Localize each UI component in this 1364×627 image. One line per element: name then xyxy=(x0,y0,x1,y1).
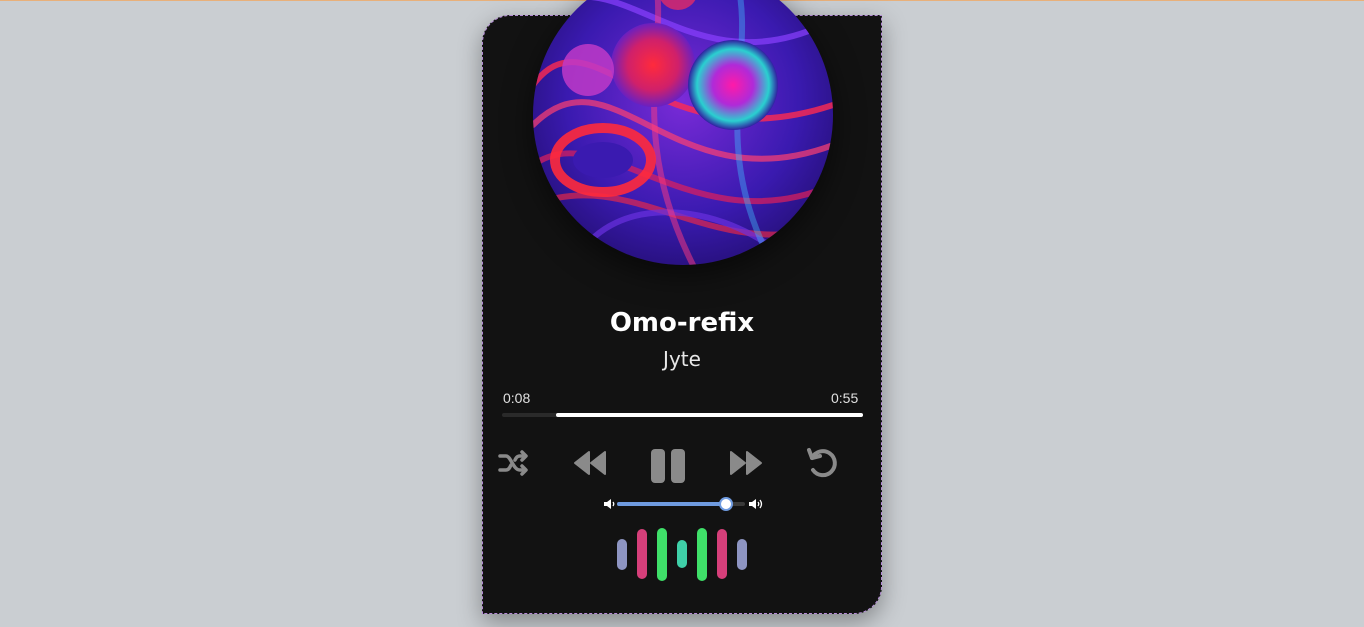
rewind-icon xyxy=(574,451,606,475)
track-title: Omo-refix xyxy=(609,308,755,338)
audio-visualizer xyxy=(615,526,755,582)
visualizer-bar xyxy=(637,529,647,579)
fast-forward-button[interactable] xyxy=(728,448,764,478)
volume-slider[interactable] xyxy=(617,497,745,511)
visualizer-bar xyxy=(717,529,727,579)
volume-fill xyxy=(617,502,726,506)
repeat-button[interactable] xyxy=(804,445,840,481)
volume-high-icon[interactable] xyxy=(748,497,763,511)
pause-icon xyxy=(651,449,685,483)
rewind-button[interactable] xyxy=(572,448,608,478)
visualizer-bar xyxy=(737,539,747,570)
volume-thumb[interactable] xyxy=(719,497,733,511)
visualizer-bar xyxy=(617,539,627,570)
track-duration: 0:55 xyxy=(831,390,859,406)
progress-bar[interactable] xyxy=(502,413,863,417)
progress-fill xyxy=(556,413,863,417)
visualizer-bar xyxy=(657,528,667,581)
repeat-icon xyxy=(807,448,837,478)
shuffle-icon xyxy=(498,450,528,476)
visualizer-bar xyxy=(697,528,707,581)
track-artist: Jyte xyxy=(663,347,701,371)
volume-control xyxy=(603,496,763,512)
volume-low-icon[interactable] xyxy=(603,497,615,511)
fast-forward-icon xyxy=(730,451,762,475)
pause-button[interactable] xyxy=(648,446,688,486)
current-time: 0:08 xyxy=(503,390,531,406)
visualizer-bar xyxy=(677,540,687,568)
shuffle-button[interactable] xyxy=(497,448,531,478)
